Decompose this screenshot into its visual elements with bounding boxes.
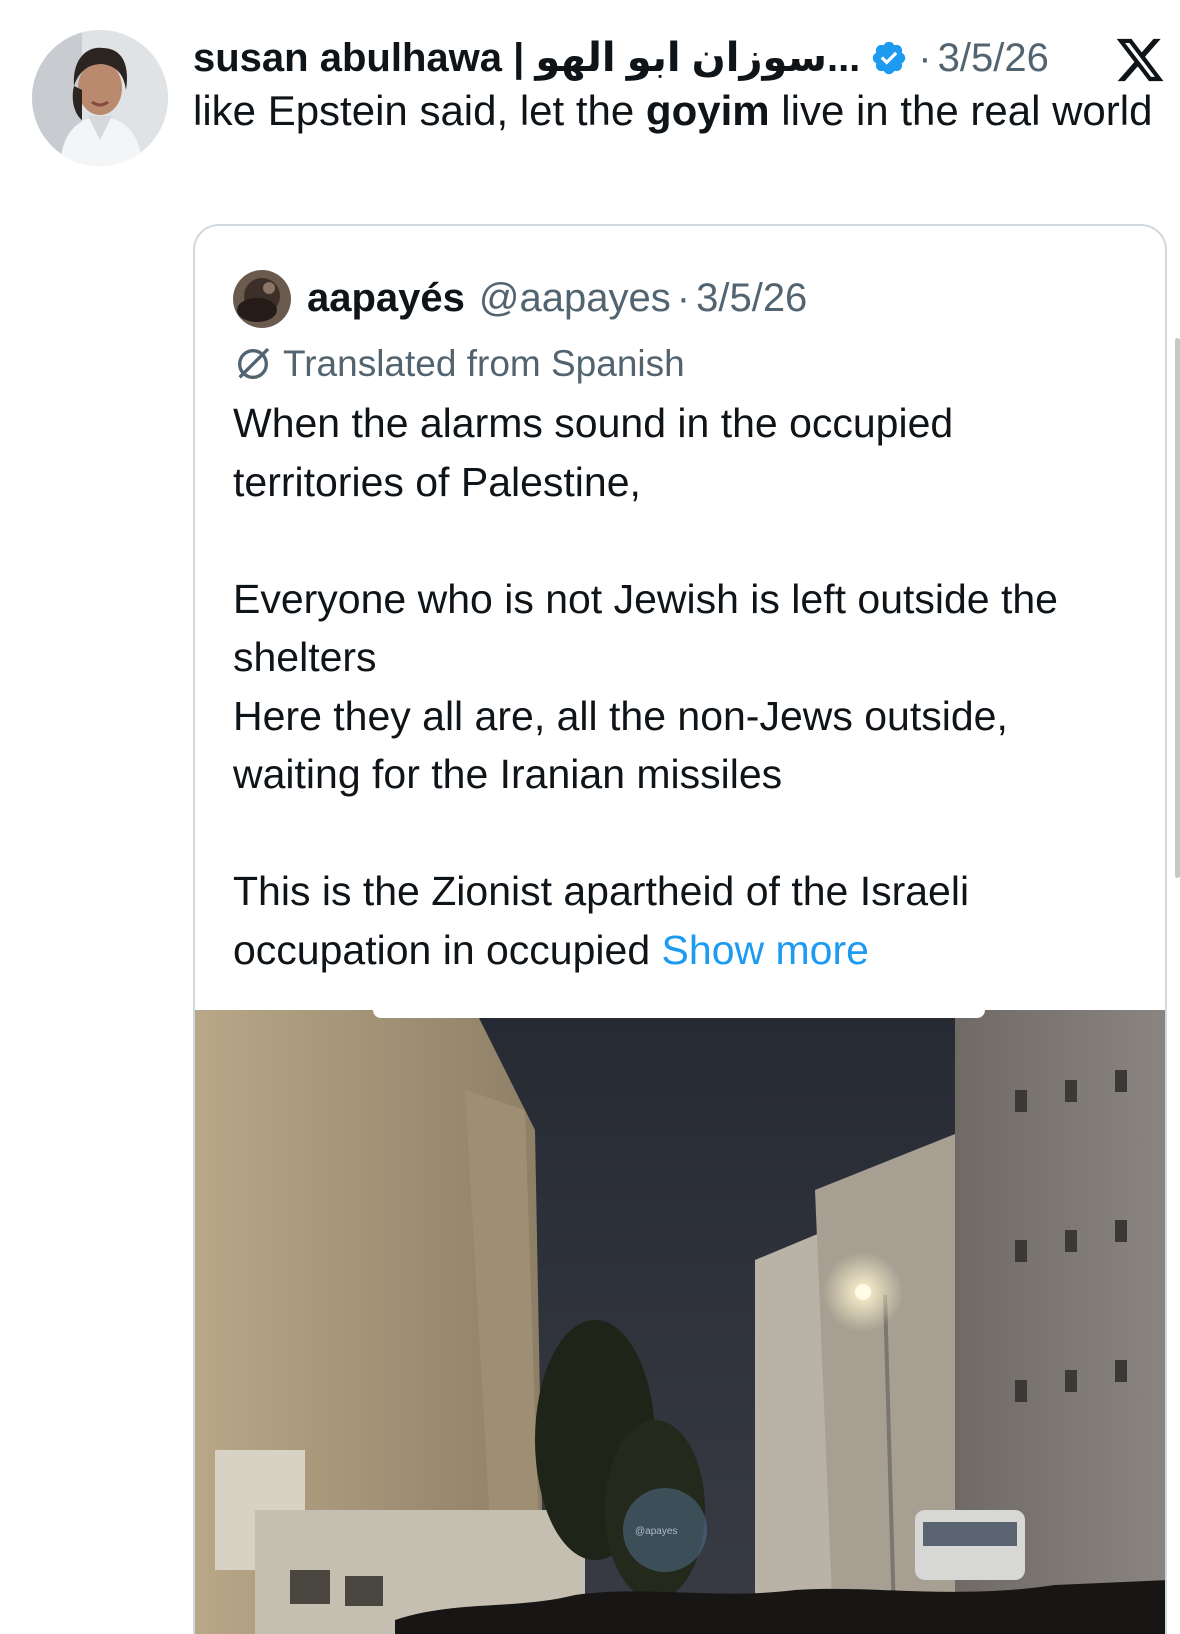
quote-body: When the alarms sound in the occupied te…	[233, 394, 1133, 979]
quote-header: aapayés @aapayes · 3/5/26	[307, 268, 807, 328]
media-top-tab	[373, 1010, 985, 1018]
verified-badge-icon	[873, 41, 906, 75]
show-more-link[interactable]: Show more	[662, 927, 869, 973]
quote-author-handle[interactable]: @aapayes	[479, 276, 671, 321]
quote-author-name[interactable]: aapayés	[307, 276, 465, 321]
quote-paragraph: Everyone who is not Jewish is left outsi…	[233, 575, 1058, 681]
x-logo-icon[interactable]	[1112, 34, 1168, 86]
tweet-date[interactable]: 3/5/26	[938, 28, 1049, 88]
tweet-text-bold: goyim	[645, 87, 770, 134]
quote-paragraph: Here they all are, all the non-Jews outs…	[233, 692, 1008, 798]
author-avatar[interactable]	[32, 30, 168, 166]
quote-paragraph-last: This is the Zionist apartheid of the Isr…	[233, 862, 1133, 979]
tweet-text-end: live in the real world	[769, 87, 1153, 134]
translated-notice: Translated from Spanish	[233, 338, 685, 390]
avatar-portrait-icon	[32, 30, 168, 166]
tweet-text: like Epstein said, let the goyim live in…	[193, 82, 1153, 140]
translated-label: Translated from Spanish	[283, 343, 685, 384]
header-separator: ·	[918, 36, 932, 80]
screenshot-page: susan abulhawa | سوزان ابو الهو... · 3/5…	[0, 0, 1180, 1634]
scrollbar-thumb[interactable]	[1175, 338, 1180, 878]
avatar-silhouette-icon	[233, 270, 291, 328]
quote-paragraph: When the alarms sound in the occupied te…	[233, 400, 954, 505]
quote-author-avatar[interactable]	[233, 270, 291, 328]
quote-date[interactable]: 3/5/26	[696, 276, 807, 321]
author-display-name[interactable]: susan abulhawa | سوزان ابو الهو...	[193, 28, 860, 88]
media-watermark: @apayes	[635, 1526, 677, 1537]
tweet-header: susan abulhawa | سوزان ابو الهو... · 3/5…	[193, 28, 1168, 88]
video-thumbnail[interactable]: @apayes	[195, 1010, 1165, 1634]
quoted-tweet-card[interactable]: aapayés @aapayes · 3/5/26 Translated fro…	[193, 224, 1167, 1634]
translate-globe-icon	[238, 347, 270, 379]
night-street-photo: @apayes	[195, 1010, 1165, 1634]
quote-separator: ·	[676, 275, 691, 320]
tweet-text-start: like Epstein said, let the	[193, 87, 646, 134]
